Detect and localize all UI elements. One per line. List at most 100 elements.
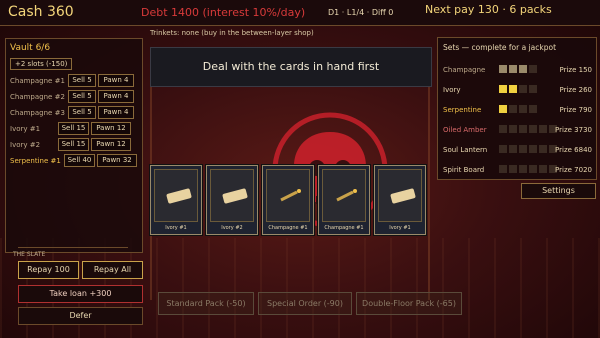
set-prize: Prize 6840 xyxy=(555,146,592,154)
set-slot xyxy=(499,105,507,113)
set-slot xyxy=(529,145,537,153)
status-message: Deal with the cards in hand first xyxy=(150,47,432,87)
vault-item-name: Champagne #2 xyxy=(10,93,65,101)
vault-item: Ivory #2 Sell 15 Pawn 12 xyxy=(10,138,140,152)
sell-button[interactable]: Sell 5 xyxy=(68,90,96,103)
set-slot xyxy=(499,145,507,153)
standard-pack-button[interactable]: Standard Pack (-50) xyxy=(158,292,254,315)
vault-item: Champagne #2 Sell 5 Pawn 4 xyxy=(10,90,140,104)
card-art-frame xyxy=(378,169,422,222)
vault-item-name: Ivory #2 xyxy=(10,141,41,149)
vault-title: Vault 6/6 xyxy=(10,43,51,53)
set-slot xyxy=(519,165,527,173)
set-name: Spirit Board xyxy=(443,166,485,174)
set-slot xyxy=(519,105,527,113)
set-slot xyxy=(519,65,527,73)
debt-display: Debt 1400 (interest 10%/day) xyxy=(141,6,306,19)
hand-card[interactable]: Ivory #2 xyxy=(206,165,258,235)
set-progress xyxy=(499,65,537,73)
hand-card[interactable]: Champagne #1 xyxy=(318,165,370,235)
repay-all-button[interactable]: Repay All xyxy=(82,261,143,279)
ivory-tusk-icon xyxy=(222,188,248,204)
set-progress xyxy=(499,165,557,173)
vault-item: Champagne #1 Sell 5 Pawn 4 xyxy=(10,74,140,88)
slate-label: THE SLATE xyxy=(13,251,46,258)
set-row: Soul Lantern Prize 6840 xyxy=(441,141,595,159)
hand-card[interactable]: Champagne #1 xyxy=(262,165,314,235)
set-slot xyxy=(529,105,537,113)
pawn-button[interactable]: Pawn 32 xyxy=(97,154,137,167)
set-name: Ivory xyxy=(443,86,461,94)
pawn-button[interactable]: Pawn 4 xyxy=(98,90,134,103)
double-floor-pack-button[interactable]: Double-Floor Pack (-65) xyxy=(356,292,462,315)
set-prize: Prize 260 xyxy=(559,86,593,94)
cash-display: Cash 360 xyxy=(8,4,74,20)
sets-title: Sets — complete for a jackpot xyxy=(443,43,557,52)
card-art-frame xyxy=(210,169,254,222)
set-prize: Prize 790 xyxy=(559,106,593,114)
card-art-frame xyxy=(266,169,310,222)
set-name: Soul Lantern xyxy=(443,146,488,154)
set-prize: Prize 3730 xyxy=(555,126,592,134)
add-slots-button[interactable]: +2 slots (-150) xyxy=(10,58,73,70)
set-slot xyxy=(509,85,517,93)
sets-panel: Sets — complete for a jackpot Champagne … xyxy=(437,37,597,180)
set-slot xyxy=(519,125,527,133)
set-slot xyxy=(509,125,517,133)
card-label: Ivory #1 xyxy=(389,225,411,231)
card-art-frame xyxy=(322,169,366,222)
set-slot xyxy=(539,165,547,173)
next-pay-display: Next pay 130 · 6 packs xyxy=(425,3,552,16)
top-bar: Cash 360 Debt 1400 (interest 10%/day) D1… xyxy=(0,0,600,26)
set-row: Ivory Prize 260 xyxy=(441,81,595,99)
set-slot xyxy=(539,145,547,153)
defer-button[interactable]: Defer xyxy=(18,307,143,325)
set-name: Oiled Amber xyxy=(443,126,487,134)
hand-card[interactable]: Ivory #1 xyxy=(374,165,426,235)
ivory-tusk-icon xyxy=(166,188,192,204)
set-slot xyxy=(519,145,527,153)
pawn-button[interactable]: Pawn 4 xyxy=(98,106,134,119)
champagne-icon xyxy=(336,189,357,202)
card-label: Champagne #1 xyxy=(268,225,308,231)
special-order-button[interactable]: Special Order (-90) xyxy=(258,292,352,315)
vault-item-name: Ivory #1 xyxy=(10,125,41,133)
vault-item: Champagne #3 Sell 5 Pawn 4 xyxy=(10,106,140,120)
set-slot xyxy=(529,85,537,93)
set-slot xyxy=(509,165,517,173)
set-row: Champagne Prize 150 xyxy=(441,61,595,79)
sell-button[interactable]: Sell 15 xyxy=(58,122,89,135)
hand-card[interactable]: Ivory #1 xyxy=(150,165,202,235)
trinkets-text: Trinkets: none (buy in the between-layer… xyxy=(150,29,314,37)
card-art-frame xyxy=(154,169,198,222)
pawn-button[interactable]: Pawn 12 xyxy=(91,122,131,135)
sell-button[interactable]: Sell 5 xyxy=(68,106,96,119)
set-progress xyxy=(499,125,557,133)
set-name: Champagne xyxy=(443,66,486,74)
set-slot xyxy=(529,65,537,73)
set-slot xyxy=(499,165,507,173)
sell-button[interactable]: Sell 5 xyxy=(68,74,96,87)
set-slot xyxy=(539,125,547,133)
vault-item-name: Champagne #3 xyxy=(10,109,65,117)
pawn-button[interactable]: Pawn 12 xyxy=(91,138,131,151)
sell-button[interactable]: Sell 15 xyxy=(58,138,89,151)
card-label: Ivory #2 xyxy=(221,225,243,231)
settings-button[interactable]: Settings xyxy=(521,183,596,199)
card-label: Champagne #1 xyxy=(324,225,364,231)
set-slot xyxy=(499,125,507,133)
ivory-tusk-icon xyxy=(390,188,416,204)
slate-divider xyxy=(18,247,128,248)
set-row: Oiled Amber Prize 3730 xyxy=(441,121,595,139)
vault-item: Ivory #1 Sell 15 Pawn 12 xyxy=(10,122,140,136)
set-prize: Prize 150 xyxy=(559,66,593,74)
take-loan-button[interactable]: Take loan +300 xyxy=(18,285,143,303)
set-slot xyxy=(519,85,527,93)
set-row: Spirit Board Prize 7020 xyxy=(441,161,595,179)
set-slot xyxy=(529,125,537,133)
set-slot xyxy=(499,65,507,73)
card-label: Ivory #1 xyxy=(165,225,187,231)
sell-button[interactable]: Sell 40 xyxy=(64,154,95,167)
repay-100-button[interactable]: Repay 100 xyxy=(18,261,79,279)
pawn-button[interactable]: Pawn 4 xyxy=(98,74,134,87)
